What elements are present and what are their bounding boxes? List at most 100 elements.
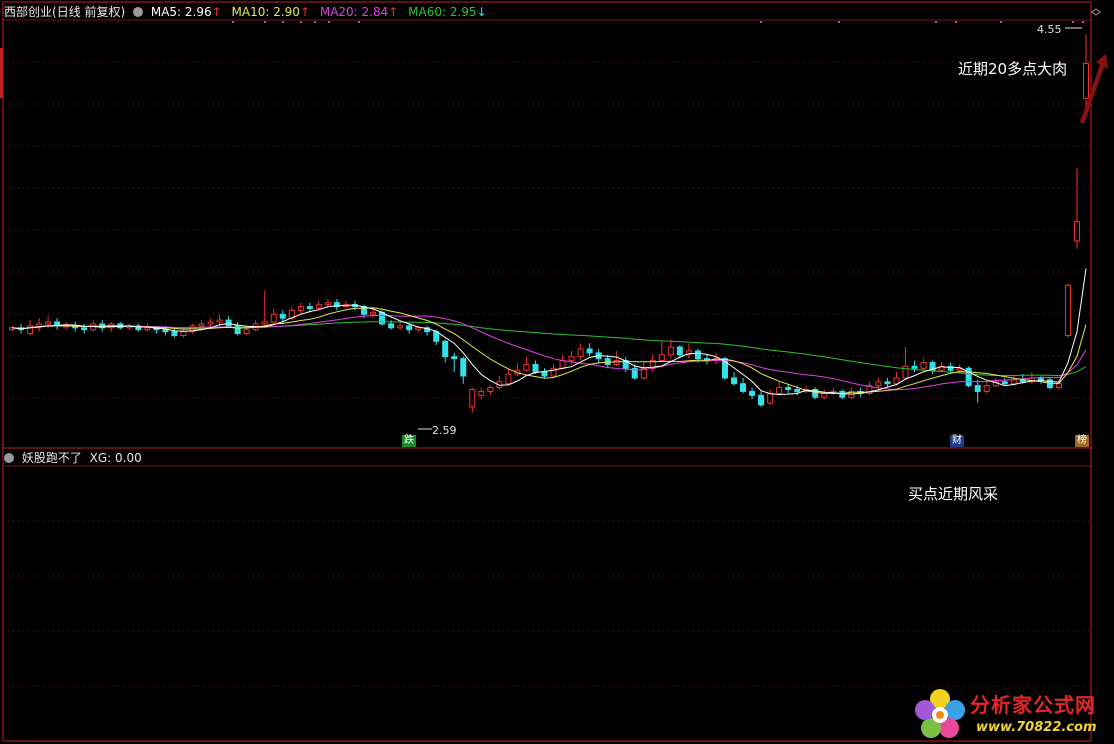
logo-url-text: www.70822.com — [976, 720, 1097, 735]
stock-chart-svg — [0, 1, 1108, 742]
candle-body — [243, 329, 250, 335]
candle-body — [893, 377, 900, 385]
candle-body — [676, 346, 683, 356]
candle-body — [388, 323, 395, 329]
candle-body — [270, 313, 277, 323]
candle-body — [1083, 63, 1089, 99]
ma20-line — [11, 315, 1087, 391]
candle-body — [261, 321, 268, 325]
candle-body — [162, 329, 169, 333]
candle-body — [839, 390, 846, 398]
candle-body — [740, 383, 747, 392]
ma60-down-arrow: ↓ — [476, 5, 487, 19]
signal-dot — [282, 21, 284, 23]
candle-body — [731, 377, 738, 385]
signal-dot — [1082, 21, 1084, 23]
candle-body — [180, 331, 187, 336]
watermark-logo: 分析家公式网 www.70822.com — [912, 686, 1112, 742]
logo-brand-text: 分析家公式网 — [970, 693, 1096, 717]
period-label: (日线 前复权) — [52, 5, 126, 19]
candle-body — [785, 387, 792, 391]
candle-body — [297, 306, 304, 311]
marker-die: 跌 — [402, 435, 416, 447]
signal-dot — [300, 21, 302, 23]
candle-body — [451, 356, 458, 360]
candle-body — [920, 362, 927, 369]
candle-body — [45, 321, 52, 325]
candle-body — [1064, 284, 1071, 337]
candle-body — [559, 360, 566, 369]
main-legend: 西部创业(日线 前复权) MA5: 2.96↑ MA10: 2.90↑ MA20… — [4, 4, 487, 20]
candle-body — [306, 306, 313, 310]
candle-body — [758, 394, 765, 406]
candle-body — [776, 387, 783, 394]
candle-body — [1001, 381, 1008, 385]
candle-body — [667, 346, 674, 356]
candle-body — [315, 304, 322, 309]
candle-body — [794, 389, 801, 392]
candle-body — [415, 327, 422, 331]
candle-body — [171, 331, 178, 336]
signal-dot — [1000, 21, 1002, 23]
main-panel-border — [2, 1, 1092, 449]
signal-dot — [760, 21, 762, 23]
candle-body — [586, 348, 593, 354]
candle-body — [433, 331, 440, 342]
candle-body — [604, 358, 611, 365]
candle-body — [541, 371, 548, 377]
high-price-label: 4.55 — [1037, 23, 1062, 36]
candle-body — [324, 302, 331, 306]
signal-dot — [328, 21, 330, 23]
collapse-toggle-icon[interactable] — [133, 7, 144, 17]
signal-dot — [935, 21, 937, 23]
candle-body — [198, 323, 205, 327]
indicator-toggle-icon[interactable] — [4, 453, 14, 463]
signal-dot — [232, 21, 234, 23]
xg-value: XG: 0.00 — [89, 451, 142, 465]
candle-body — [406, 325, 413, 331]
low-price-label: 2.59 — [432, 424, 457, 437]
candle-body — [767, 392, 774, 404]
candle-body — [911, 365, 918, 369]
candle-body — [487, 387, 494, 392]
candle-body — [532, 363, 539, 373]
candle-body — [478, 390, 485, 396]
ma10-line — [11, 307, 1087, 395]
candle-body — [216, 319, 223, 323]
signal-dot — [955, 21, 957, 23]
ma5-label: MA5: 2.96 — [150, 5, 212, 19]
stock-name: 西部创业 — [4, 5, 53, 19]
candle-body — [370, 311, 377, 315]
signal-dot — [838, 21, 840, 23]
ma10-label: MA10: 2.90 — [231, 5, 300, 19]
candle-body — [884, 381, 891, 385]
candle-body — [568, 356, 575, 362]
candle-body — [469, 389, 476, 408]
candle-body — [460, 358, 467, 377]
candle-body — [279, 313, 286, 319]
nav-diamond-icon — [1091, 8, 1101, 16]
marker-cai: 财 — [950, 435, 964, 447]
signal-dot — [314, 21, 316, 23]
candle-body — [27, 325, 34, 335]
ma5-up-arrow: ↑ — [211, 5, 222, 19]
candle-body — [749, 390, 756, 396]
candle-body — [1055, 383, 1062, 389]
candle-body — [1037, 377, 1044, 381]
signal-dot — [1072, 21, 1074, 23]
top-annotation: 近期20多点大肉 — [958, 60, 1068, 78]
candle-body — [81, 327, 88, 331]
candle-body — [1073, 221, 1080, 242]
candle-body — [144, 327, 151, 331]
candle-body — [694, 350, 701, 360]
candle-body — [505, 373, 512, 385]
candle-body — [821, 392, 828, 398]
candle-body — [974, 385, 981, 392]
candle-body — [875, 381, 882, 387]
indicator-legend: 妖股跑不了 XG: 0.00 — [4, 450, 142, 466]
candle-body — [983, 385, 990, 392]
candle-body — [523, 363, 530, 371]
candle-body — [225, 319, 232, 327]
ma10-up-arrow: ↑ — [299, 5, 311, 19]
candle-body — [397, 325, 404, 329]
